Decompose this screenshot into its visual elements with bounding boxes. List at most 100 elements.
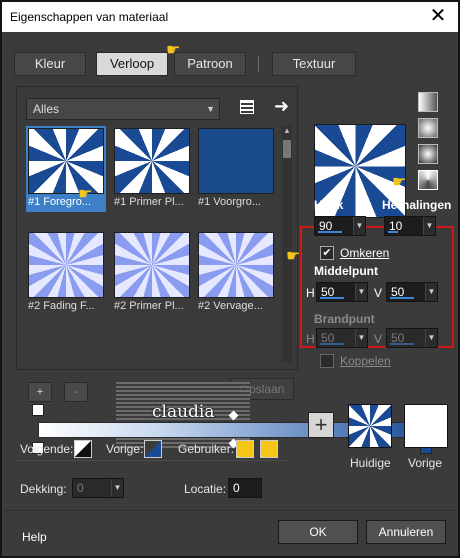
tab-kleur[interactable]: Kleur — [14, 52, 86, 76]
library-list-icon[interactable] — [240, 100, 254, 114]
gradient-thumb-image — [28, 128, 104, 194]
chevron-down-icon[interactable]: ▼ — [353, 217, 365, 235]
add-stop-button[interactable]: + — [28, 382, 52, 402]
omkeren-checkbox[interactable]: ✔ — [320, 246, 334, 260]
scroll-up-icon[interactable]: ▲ — [282, 126, 292, 136]
chevron-down-icon[interactable]: ▼ — [425, 329, 437, 347]
herhalingen-field[interactable]: 10 ▼ — [384, 216, 436, 236]
gradient-thumb-4[interactable]: #2 Fading F... — [26, 230, 106, 316]
library-select[interactable]: Alles ▼ — [26, 98, 220, 120]
tab-patroon[interactable]: Patroon — [174, 52, 246, 76]
current-preview-label: Huidige — [350, 456, 391, 470]
volgende-swatch[interactable] — [74, 440, 92, 458]
tab-separator — [258, 56, 259, 72]
gradient-thumb-caption: #2 Vervage... — [198, 300, 263, 312]
koppelen-label[interactable]: Koppelen — [340, 354, 391, 368]
gradient-thumb-2[interactable]: #1 Primer Pl... — [112, 126, 192, 212]
value-bar — [388, 231, 398, 233]
dekking-value: 0 — [77, 481, 84, 495]
gradient-thumb-image — [114, 128, 190, 194]
value-bar — [318, 231, 342, 233]
dekking-label: Dekking: — [20, 482, 67, 496]
dialog-body: Kleur Verloop Patroon Textuur ☛ Alles ▼ … — [2, 32, 458, 556]
linear-style-button[interactable] — [418, 92, 438, 112]
middelpunt-v-field[interactable]: 50 ▼ — [386, 282, 438, 302]
chevron-down-icon[interactable]: ▼ — [425, 283, 437, 301]
locatie-value: 0 — [233, 481, 240, 495]
value-bar — [390, 297, 414, 299]
chevron-down-icon: ▼ — [206, 104, 215, 114]
tab-verloop[interactable]: Verloop — [96, 52, 168, 76]
footer-separator — [4, 510, 456, 511]
gradient-thumb-caption: #1 Foregro... — [28, 196, 91, 208]
chevron-down-icon[interactable]: ▼ — [111, 479, 123, 497]
close-icon[interactable]: ✕ — [426, 5, 450, 29]
bv-label: V — [374, 332, 383, 346]
brandpunt-v-field[interactable]: 50 ▼ — [386, 328, 438, 348]
brandpunt-label: Brandpunt — [314, 312, 375, 326]
vorige-swatch[interactable] — [144, 440, 162, 458]
locatie-field[interactable]: 0 — [228, 478, 262, 498]
rectangular-style-button[interactable] — [418, 118, 438, 138]
chevron-down-icon[interactable]: ▼ — [355, 283, 367, 301]
ok-button[interactable]: OK — [278, 520, 358, 544]
herhalingen-label: Herhalingen — [382, 198, 452, 212]
window-title: Eigenschappen van materiaal — [10, 10, 169, 24]
chevron-down-icon[interactable]: ▼ — [355, 329, 367, 347]
add-to-library-button[interactable]: + — [308, 412, 334, 438]
gradient-thumb-caption: #2 Primer Pl... — [114, 300, 184, 312]
arrow-right-icon[interactable]: ➜ — [274, 96, 289, 117]
sunburst-style-button[interactable] — [418, 144, 438, 164]
radial-style-button[interactable] — [418, 170, 438, 190]
pointing-hand-icon: ☛ — [392, 174, 407, 191]
v-label: V — [374, 286, 383, 300]
library-select-value: Alles — [33, 102, 60, 116]
top-stop-left[interactable] — [32, 404, 44, 416]
help-link[interactable]: Help — [22, 530, 47, 544]
gradient-thumb-5[interactable]: #2 Primer Pl... — [112, 230, 192, 316]
pointing-hand-icon: ☛ — [78, 186, 93, 203]
value-bar — [390, 343, 414, 345]
dekking-field[interactable]: 0 ▼ — [72, 478, 124, 498]
gradient-thumb-image — [198, 232, 274, 298]
gradient-thumb-6[interactable]: #2 Vervage... — [196, 230, 276, 316]
omkeren-label[interactable]: Omkeren — [340, 246, 389, 260]
remove-stop-button[interactable]: - — [64, 382, 88, 402]
gebruiker-swatch[interactable] — [236, 440, 254, 458]
stop-properties-panel — [16, 460, 288, 544]
volgende-label: Volgende: — [20, 442, 74, 456]
scrollbar-thumb[interactable] — [283, 140, 291, 158]
gebruiker-label: Gebruiker: — [178, 442, 235, 456]
gebruiker-color-button[interactable] — [260, 440, 278, 458]
pointing-hand-icon: ☛ — [166, 42, 181, 59]
vorige-label: Vorige: — [106, 442, 144, 456]
brandpunt-h-field[interactable]: 50 ▼ — [316, 328, 368, 348]
title-bar: Eigenschappen van materiaal ✕ — [2, 2, 458, 32]
watermark-text: claudia — [152, 402, 215, 422]
current-preview — [348, 404, 392, 448]
thumbnail-scrollbar[interactable]: ▲ — [282, 126, 292, 362]
hoek-field[interactable]: 90 ▼ — [314, 216, 366, 236]
middelpunt-h-field[interactable]: 50 ▼ — [316, 282, 368, 302]
tab-textuur[interactable]: Textuur — [272, 52, 356, 76]
gradient-thumb-image — [114, 232, 190, 298]
h-label: H — [306, 286, 315, 300]
middelpunt-label: Middelpunt — [314, 264, 378, 278]
gradient-thumb-3[interactable]: #1 Voorgro... — [196, 126, 276, 212]
cancel-button[interactable]: Annuleren — [366, 520, 446, 544]
gradient-thumb-image — [28, 232, 104, 298]
value-bar — [320, 343, 344, 345]
pointing-hand-icon: ☛ — [286, 248, 301, 265]
chevron-down-icon[interactable]: ▼ — [423, 217, 435, 235]
locatie-label: Locatie: — [184, 482, 227, 496]
gradient-thumb-caption: #1 Primer Pl... — [114, 196, 184, 208]
hoek-label: Hoek — [314, 198, 344, 212]
value-bar — [320, 297, 344, 299]
gradient-thumb-1[interactable]: #1 Foregro... — [26, 126, 106, 212]
gradient-thumb-caption: #1 Voorgro... — [198, 196, 261, 208]
previous-preview-label: Vorige — [408, 456, 443, 470]
bh-label: H — [306, 332, 315, 346]
previous-preview — [404, 404, 448, 448]
gradient-thumb-image — [198, 128, 274, 194]
koppelen-checkbox[interactable] — [320, 354, 334, 368]
